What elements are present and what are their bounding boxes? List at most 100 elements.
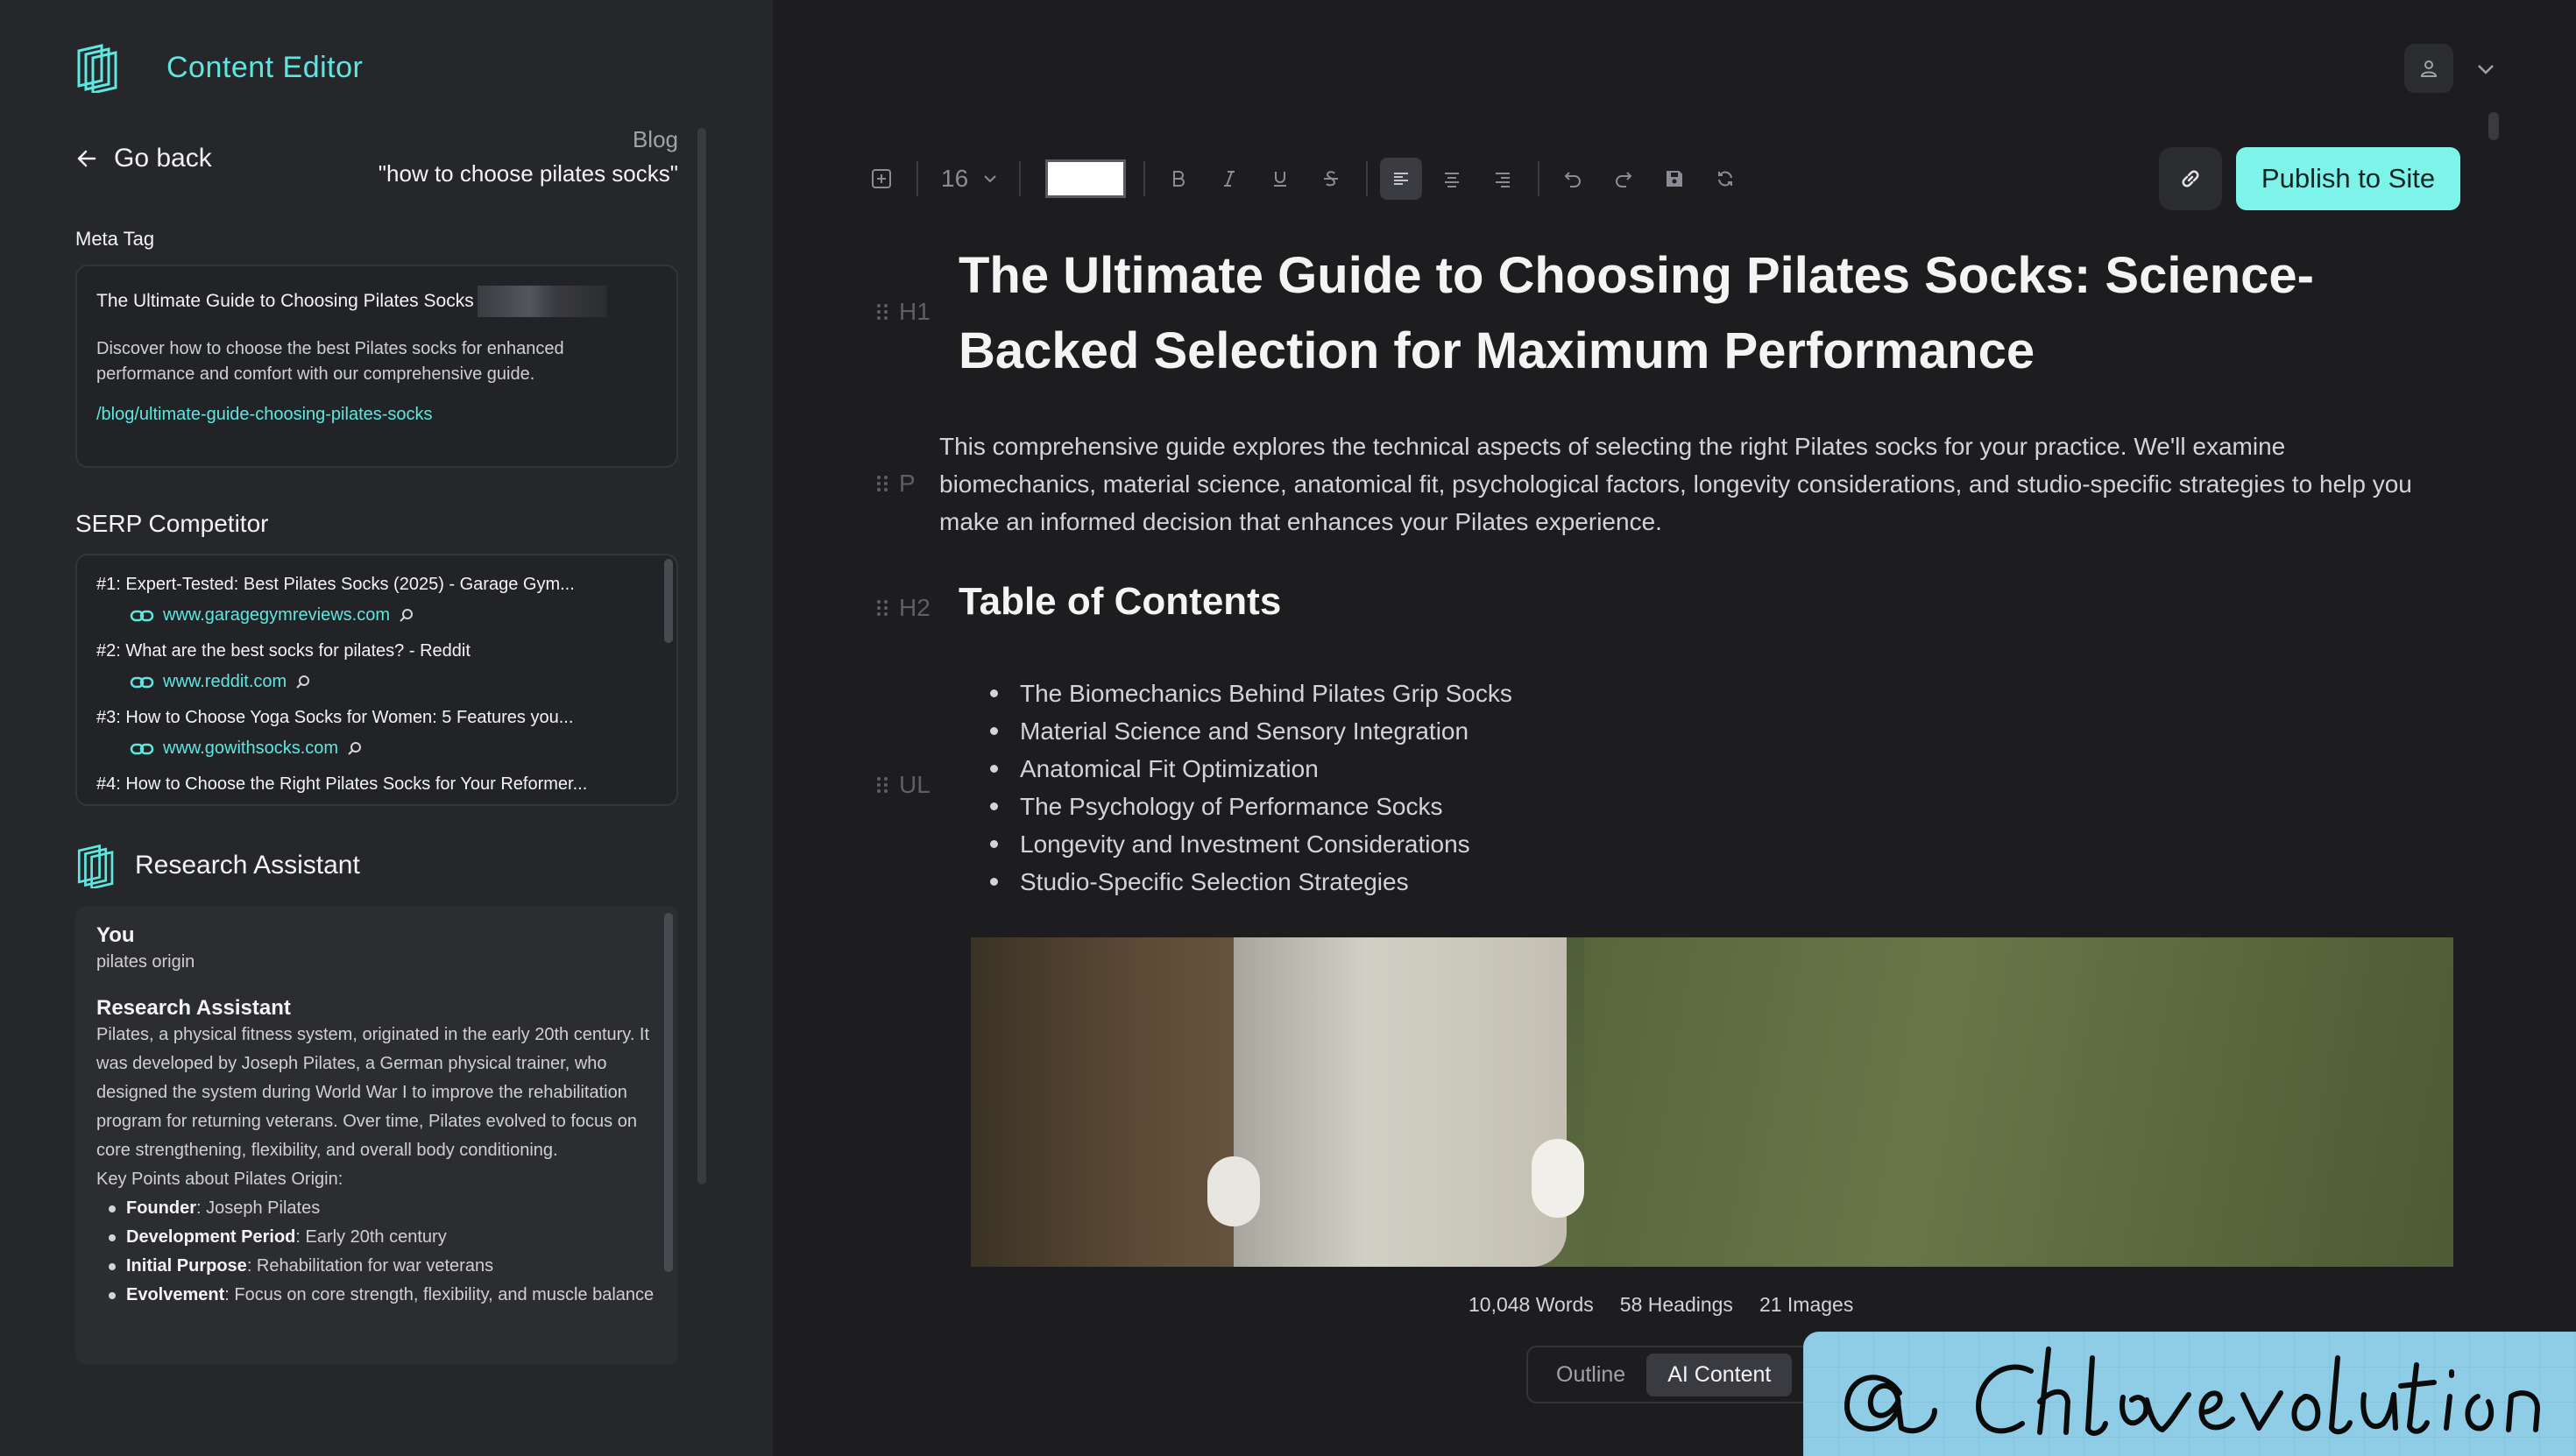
search-icon[interactable] xyxy=(399,608,414,624)
serp-item-title[interactable]: #3: How to Choose Yoga Socks for Women: … xyxy=(96,708,657,728)
list-item[interactable]: Material Science and Sensory Integration xyxy=(990,712,1512,750)
copy-link-button[interactable] xyxy=(2159,147,2222,210)
logo-icon xyxy=(77,44,117,93)
meta-tag-card[interactable]: The Ultimate Guide to Choosing Pilates S… xyxy=(75,265,678,468)
strikethrough-button[interactable] xyxy=(1310,158,1352,200)
bold-icon xyxy=(1173,171,1185,187)
link-icon xyxy=(130,743,154,754)
block-tag-h2[interactable]: H2 xyxy=(876,594,931,622)
meta-title: The Ultimate Guide to Choosing Pilates S… xyxy=(96,286,657,317)
list-item: Founder: Joseph Pilates xyxy=(109,1194,657,1223)
underline-button[interactable] xyxy=(1259,158,1301,200)
view-tabs: Outline AI Content xyxy=(1526,1346,1824,1403)
list-item[interactable]: Anatomical Fit Optimization xyxy=(990,750,1512,788)
drag-handle-icon[interactable] xyxy=(876,474,888,493)
serp-url-text: www.gowithsocks.com xyxy=(163,739,339,758)
list-item[interactable]: Longevity and Investment Considerations xyxy=(990,825,1512,863)
link-icon xyxy=(2182,170,2199,187)
chat-panel[interactable]: You pilates origin Research Assistant Pi… xyxy=(75,906,678,1365)
heading-count: 58 Headings xyxy=(1619,1293,1733,1316)
app-name: Content Editor xyxy=(166,50,364,84)
serp-scrollbar[interactable] xyxy=(664,559,673,643)
serp-item-title[interactable]: #2: What are the best socks for pilates?… xyxy=(96,641,657,661)
serp-competitor-title: SERP Competitor xyxy=(75,510,269,537)
image-grass xyxy=(1584,937,2453,1267)
image-count: 21 Images xyxy=(1759,1293,1854,1316)
tab-outline[interactable]: Outline xyxy=(1535,1354,1646,1396)
list-item[interactable]: The Biomechanics Behind Pilates Grip Soc… xyxy=(990,675,1512,712)
serp-item-title[interactable]: #4: How to Choose the Right Pilates Sock… xyxy=(96,774,657,795)
tab-ai-content[interactable]: AI Content xyxy=(1646,1353,1793,1396)
block-tag-ul[interactable]: UL xyxy=(876,771,931,799)
text-color-picker[interactable] xyxy=(1045,159,1127,198)
align-center-button[interactable] xyxy=(1431,158,1473,200)
block-tag-p[interactable]: P xyxy=(876,470,916,498)
align-left-button[interactable] xyxy=(1380,158,1423,200)
align-center-icon xyxy=(1445,173,1460,187)
serp-item-title[interactable]: #1: Expert-Tested: Best Pilates Socks (2… xyxy=(96,575,657,595)
refresh-button[interactable] xyxy=(1704,158,1746,200)
serp-item-url[interactable]: www.gowithsocks.com xyxy=(130,739,657,759)
search-icon[interactable] xyxy=(295,675,311,690)
toolbar-divider xyxy=(1366,161,1369,196)
table-of-contents[interactable]: The Biomechanics Behind Pilates Grip Soc… xyxy=(990,675,1512,901)
drag-handle-icon[interactable] xyxy=(876,598,888,618)
research-assistant-header: Research Assistant xyxy=(75,843,360,888)
drag-handle-icon[interactable] xyxy=(876,775,888,795)
toolbar-divider xyxy=(1538,161,1540,196)
undo-button[interactable] xyxy=(1552,158,1594,200)
editor-scrollbar[interactable] xyxy=(2488,112,2499,140)
sidebar-scrollbar[interactable] xyxy=(697,128,706,1184)
meta-title-text: The Ultimate Guide to Choosing Pilates S… xyxy=(96,291,474,311)
document-h1[interactable]: The Ultimate Guide to Choosing Pilates S… xyxy=(959,238,2466,389)
block-tag-label: H1 xyxy=(899,298,931,325)
key-points-label: Key Points about Pilates Origin: xyxy=(96,1170,343,1189)
assistant-answer: Pilates, a physical fitness system, orig… xyxy=(96,1025,650,1160)
meta-tag-label: Meta Tag xyxy=(75,228,155,250)
meta-description: Discover how to choose the best Pilates … xyxy=(96,339,564,384)
assistant-label: Research Assistant xyxy=(96,996,291,1020)
underline-icon xyxy=(1274,172,1287,187)
drag-handle-icon[interactable] xyxy=(876,302,888,322)
chevron-down-icon[interactable] xyxy=(2476,63,2495,75)
serp-item[interactable]: #2: What are the best socks for pilates?… xyxy=(96,641,657,692)
font-size-select[interactable]: 16 xyxy=(941,165,998,193)
article-image[interactable] xyxy=(971,937,2453,1267)
serp-item[interactable]: #1: Expert-Tested: Best Pilates Socks (2… xyxy=(96,575,657,626)
chat-scrollbar[interactable] xyxy=(664,913,673,1272)
align-left-icon xyxy=(1394,173,1409,185)
insert-block-button[interactable] xyxy=(860,158,902,200)
watermark xyxy=(1803,1332,2576,1456)
redo-button[interactable] xyxy=(1603,158,1645,200)
serp-item[interactable]: #3: How to Choose Yoga Socks for Women: … xyxy=(96,708,657,759)
block-tag-h1[interactable]: H1 xyxy=(876,298,931,326)
formatting-toolbar: 16 xyxy=(860,158,1755,200)
document-intro[interactable]: This comprehensive guide explores the te… xyxy=(939,428,2446,541)
serp-item-url[interactable]: www.garagegymreviews.com xyxy=(130,605,657,626)
go-back-label: Go back xyxy=(114,144,212,173)
user-label: You xyxy=(96,923,135,947)
align-right-icon xyxy=(1496,173,1511,187)
publish-button[interactable]: Publish to Site xyxy=(2236,147,2460,210)
font-size-value: 16 xyxy=(941,165,969,192)
serp-item[interactable]: #4: How to Choose the Right Pilates Sock… xyxy=(96,774,657,795)
image-figure-right xyxy=(1234,937,1567,1267)
serp-competitor-list[interactable]: #1: Expert-Tested: Best Pilates Socks (2… xyxy=(75,554,678,806)
block-tag-label: H2 xyxy=(899,594,931,621)
list-item[interactable]: The Psychology of Performance Socks xyxy=(990,788,1512,825)
document-h2[interactable]: Table of Contents xyxy=(959,580,1281,624)
go-back-button[interactable]: Go back xyxy=(75,144,212,173)
italic-button[interactable] xyxy=(1208,158,1250,200)
bold-button[interactable] xyxy=(1157,158,1200,200)
save-button[interactable] xyxy=(1653,158,1695,200)
avatar[interactable] xyxy=(2404,44,2453,93)
add-block-icon xyxy=(872,169,891,188)
align-right-button[interactable] xyxy=(1482,158,1524,200)
search-icon[interactable] xyxy=(347,741,363,757)
list-item: Development Period: Early 20th century xyxy=(109,1223,657,1252)
document-stats: 10,048 Words 58 Headings 21 Images xyxy=(1468,1293,1879,1317)
user-message: pilates origin xyxy=(96,952,195,972)
serp-item-url[interactable]: www.reddit.com xyxy=(130,672,657,692)
list-item[interactable]: Studio-Specific Selection Strategies xyxy=(990,863,1512,901)
content-type: Blog xyxy=(632,126,678,152)
